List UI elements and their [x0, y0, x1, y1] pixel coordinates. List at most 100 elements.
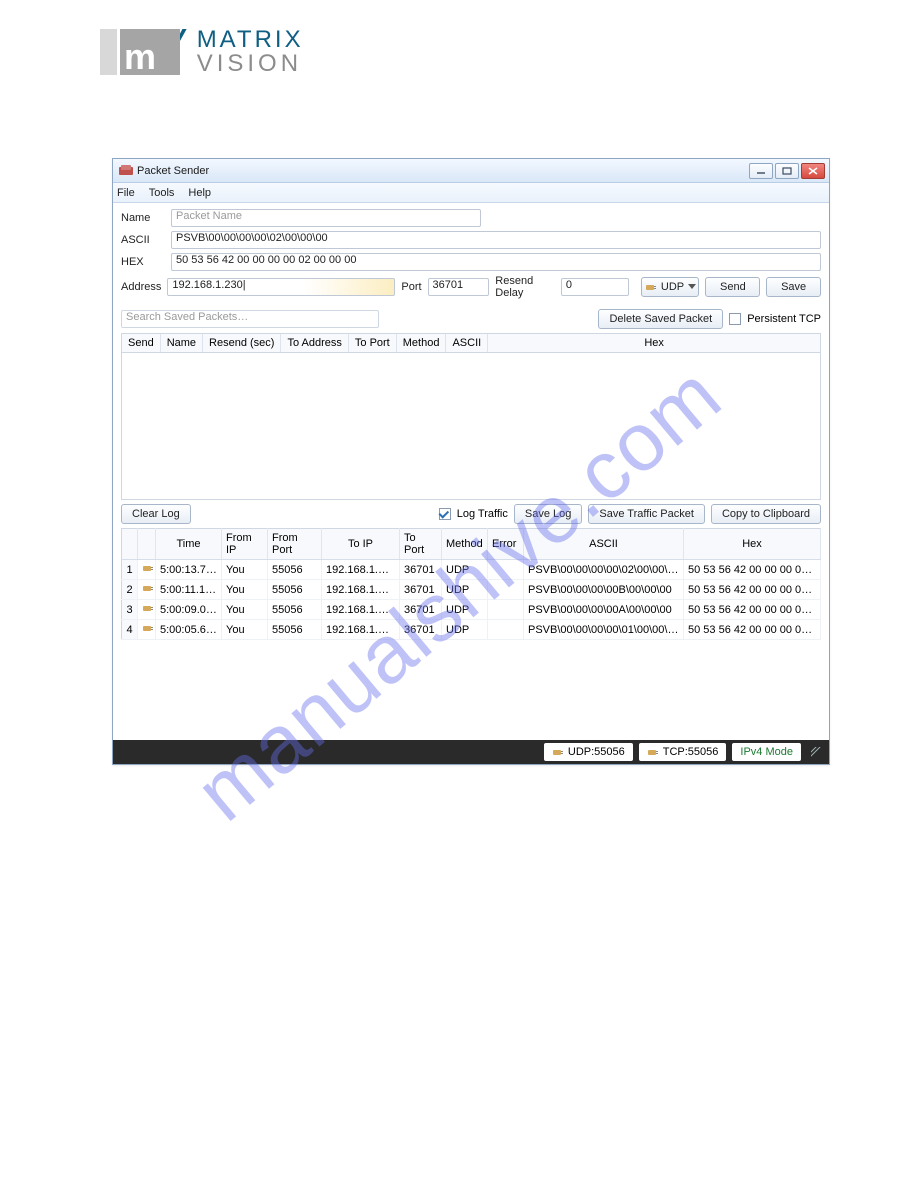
table-row[interactable]: 45:00:05.629You55056192.168.1.23036701UD…: [122, 620, 821, 640]
menu-file[interactable]: File: [117, 187, 135, 199]
label-port: Port: [401, 281, 421, 293]
cell-ascii: PSVB\00\00\00\00\01\00\00\00: [524, 620, 684, 640]
name-input[interactable]: Packet Name: [171, 209, 481, 227]
address-input[interactable]: 192.168.1.230|: [167, 278, 395, 296]
col-send[interactable]: Send: [122, 334, 161, 352]
cell-toport: 36701: [400, 580, 442, 600]
minimize-button[interactable]: [749, 163, 773, 179]
row-icon: [138, 560, 156, 580]
app-icon: [119, 165, 133, 177]
col-hex[interactable]: Hex: [488, 334, 820, 352]
label-ascii: ASCII: [121, 234, 165, 246]
menu-help[interactable]: Help: [188, 187, 211, 199]
col-ascii[interactable]: ASCII: [446, 334, 488, 352]
log-traffic-label: Log Traffic: [457, 508, 508, 520]
save-log-button[interactable]: Save Log: [514, 504, 582, 524]
chevron-down-icon: [688, 281, 696, 293]
resize-grip-icon[interactable]: [811, 747, 821, 757]
hex-input[interactable]: 50 53 56 42 00 00 00 00 02 00 00 00: [171, 253, 821, 271]
col-toaddr[interactable]: To Address: [281, 334, 348, 352]
app-window: Packet Sender File Tools Help Name: [112, 158, 830, 765]
cell-time: 5:00:05.629: [156, 620, 222, 640]
delete-saved-packet-button[interactable]: Delete Saved Packet: [598, 309, 723, 329]
resend-input[interactable]: 0: [561, 278, 630, 296]
cell-fromip: You: [222, 580, 268, 600]
cell-fromport: 55056: [268, 580, 322, 600]
cell-toip: 192.168.1.230: [322, 620, 400, 640]
cell-fromport: 55056: [268, 560, 322, 580]
label-address: Address: [121, 281, 161, 293]
cell-hex: 50 53 56 42 00 00 00 00 02 00 00 00: [684, 560, 821, 580]
cell-method: UDP: [442, 560, 488, 580]
protocol-dropdown[interactable]: UDP: [641, 277, 699, 297]
cell-toport: 36701: [400, 560, 442, 580]
cell-fromport: 55056: [268, 600, 322, 620]
menu-tools[interactable]: Tools: [149, 187, 175, 199]
log-col-time[interactable]: Time: [156, 529, 222, 560]
logo-line-1: MATRIX: [197, 28, 304, 52]
menubar: File Tools Help: [113, 183, 829, 203]
label-hex: HEX: [121, 256, 165, 268]
copy-clipboard-button[interactable]: Copy to Clipboard: [711, 504, 821, 524]
status-udp[interactable]: UDP:55056: [544, 743, 633, 761]
log-traffic-checkbox[interactable]: [439, 508, 451, 520]
cell-hex: 50 53 56 42 00 00 00 00 42 00 00 00: [684, 580, 821, 600]
col-method[interactable]: Method: [397, 334, 447, 352]
log-col-error[interactable]: Error: [488, 529, 524, 560]
cell-toport: 36701: [400, 620, 442, 640]
send-button[interactable]: Send: [705, 277, 760, 297]
titlebar[interactable]: Packet Sender: [113, 159, 829, 183]
ascii-input[interactable]: PSVB\00\00\00\00\02\00\00\00: [171, 231, 821, 249]
close-button[interactable]: [801, 163, 825, 179]
log-empty-area: [121, 640, 821, 730]
log-col-icon[interactable]: [138, 529, 156, 560]
save-button[interactable]: Save: [766, 277, 821, 297]
protocol-label: UDP: [661, 281, 684, 293]
log-col-fromport[interactable]: From Port: [268, 529, 322, 560]
statusbar: UDP:55056 TCP:55056 IPv4 Mode: [113, 740, 829, 764]
cell-error: [488, 600, 524, 620]
log-col-toip[interactable]: To IP: [322, 529, 400, 560]
cell-fromip: You: [222, 560, 268, 580]
row-num: 4: [122, 620, 138, 640]
status-tcp[interactable]: TCP:55056: [639, 743, 727, 761]
col-name[interactable]: Name: [161, 334, 203, 352]
cell-hex: 50 53 56 42 00 00 00 00 41 00 00 00: [684, 600, 821, 620]
col-toport[interactable]: To Port: [349, 334, 397, 352]
save-traffic-packet-button[interactable]: Save Traffic Packet: [588, 504, 705, 524]
cell-ascii: PSVB\00\00\00\00A\00\00\00: [524, 600, 684, 620]
log-col-ascii[interactable]: ASCII: [524, 529, 684, 560]
log-col-toport[interactable]: To Port: [400, 529, 442, 560]
log-col-fromip[interactable]: From IP: [222, 529, 268, 560]
window-title: Packet Sender: [137, 165, 209, 177]
logo-line-2: VISION: [197, 52, 304, 76]
label-name: Name: [121, 212, 165, 224]
cell-fromip: You: [222, 600, 268, 620]
cell-method: UDP: [442, 580, 488, 600]
row-icon: [138, 580, 156, 600]
cell-toip: 192.168.1.230: [322, 560, 400, 580]
cell-method: UDP: [442, 620, 488, 640]
cell-ascii: PSVB\00\00\00\00B\00\00\00: [524, 580, 684, 600]
port-input[interactable]: 36701: [428, 278, 490, 296]
col-resend[interactable]: Resend (sec): [203, 334, 281, 352]
plug-icon: [645, 282, 657, 292]
clear-log-button[interactable]: Clear Log: [121, 504, 191, 524]
row-num: 1: [122, 560, 138, 580]
cell-error: [488, 580, 524, 600]
cell-toip: 192.168.1.230: [322, 580, 400, 600]
status-mode[interactable]: IPv4 Mode: [732, 743, 801, 761]
log-col-num[interactable]: [122, 529, 138, 560]
search-packets-input[interactable]: Search Saved Packets…: [121, 310, 379, 328]
table-row[interactable]: 25:00:11.172You55056192.168.1.23036701UD…: [122, 580, 821, 600]
table-row[interactable]: 15:00:13.709You55056192.168.1.23036701UD…: [122, 560, 821, 580]
table-row[interactable]: 35:00:09.037You55056192.168.1.23036701UD…: [122, 600, 821, 620]
saved-packets-body[interactable]: [121, 352, 821, 500]
brand-logo: m V MATRIX VISION: [100, 28, 304, 76]
log-col-hex[interactable]: Hex: [684, 529, 821, 560]
log-col-method[interactable]: Method: [442, 529, 488, 560]
cell-ascii: PSVB\00\00\00\00\02\00\00\00: [524, 560, 684, 580]
saved-packets-header: Send Name Resend (sec) To Address To Por…: [121, 333, 821, 352]
maximize-button[interactable]: [775, 163, 799, 179]
persistent-tcp-checkbox[interactable]: [729, 313, 741, 325]
